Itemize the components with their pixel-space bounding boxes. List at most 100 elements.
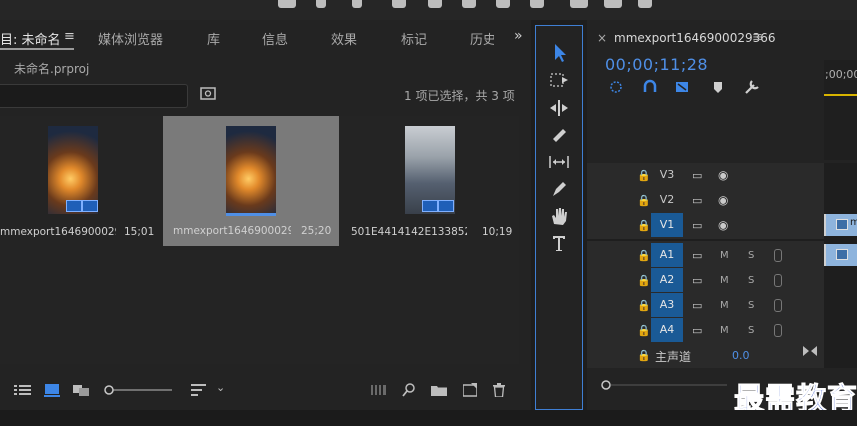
go-to-out-icon[interactable] [530,0,544,8]
mute-button[interactable]: M [720,275,729,286]
ripple-edit-tool-icon[interactable] [536,96,582,120]
microphone-icon[interactable] [774,249,782,262]
zoom-slider[interactable] [104,385,174,395]
sort-icon[interactable] [191,384,207,396]
step-forward-icon[interactable] [496,0,510,8]
lock-icon[interactable]: 🔒 [637,299,651,312]
insert-icon[interactable] [570,0,588,8]
search-input[interactable] [0,84,188,108]
tab-project[interactable]: 目: 未命名 [0,29,61,48]
solo-button[interactable]: S [748,300,754,311]
nest-icon[interactable] [610,81,622,93]
chevron-down-icon[interactable]: ⌄ [216,381,225,394]
razor-tool-icon[interactable] [536,123,582,147]
sync-lock-icon[interactable]: ▭ [692,274,702,287]
sync-lock-icon[interactable]: ▭ [692,169,702,182]
track-target-a1[interactable]: A1 [651,243,683,267]
lock-icon[interactable]: 🔒 [637,274,651,287]
freeform-view-icon[interactable] [72,383,92,397]
sync-lock-icon[interactable]: ▭ [692,324,702,337]
lock-icon[interactable]: 🔒 [637,249,651,262]
tab-info[interactable]: 信息 [262,29,288,48]
overwrite-icon[interactable] [604,0,622,8]
lock-icon[interactable]: 🔒 [637,349,651,362]
media-item-selected[interactable]: mmexport1646900029... 25;20 [163,116,339,246]
tab-media-browser[interactable]: 媒体浏览器 [98,29,163,48]
eye-icon[interactable]: ◉ [718,218,728,232]
icon-view-icon[interactable] [44,383,60,397]
timeline-zoom-scroll[interactable] [587,380,727,390]
mute-button[interactable]: M [720,250,729,261]
track-row-a3 [587,293,824,317]
lock-icon[interactable]: 🔒 [637,194,651,207]
add-marker-icon[interactable] [714,82,722,93]
more-tabs-icon[interactable]: » [514,28,523,44]
mute-button[interactable]: M [720,300,729,311]
find-icon[interactable] [402,383,416,397]
lock-icon[interactable]: 🔒 [637,324,651,337]
solo-button[interactable]: S [748,325,754,336]
solo-button[interactable]: S [748,275,754,286]
microphone-icon[interactable] [774,274,782,287]
wrench-icon[interactable] [745,80,759,94]
play-icon[interactable] [462,0,476,8]
media-item[interactable]: mmexport16469000290... 15;01 [0,116,162,246]
solo-button[interactable]: S [748,250,754,261]
audio-clip[interactable] [824,244,857,266]
track-target-v1[interactable]: V1 [651,213,683,237]
pen-tool-icon[interactable] [536,177,582,201]
video-badge-icon [66,200,82,212]
hand-tool-icon[interactable] [536,204,582,228]
track-target-a2[interactable]: A2 [651,268,683,292]
mute-button[interactable]: M [720,325,729,336]
lock-icon[interactable]: 🔒 [637,219,651,232]
marker-icon[interactable] [278,0,296,8]
new-bin-search-icon[interactable] [200,86,216,100]
tab-menu-icon[interactable]: ≡ [64,29,75,44]
work-area-bar[interactable] [824,94,857,96]
list-view-icon[interactable] [14,384,32,396]
new-bin-icon[interactable] [431,384,447,396]
type-tool-icon[interactable] [536,231,582,255]
tab-libraries[interactable]: 库 [207,29,220,48]
ruler-time-label: ;00;00 [825,68,857,81]
out-point-icon[interactable] [352,0,362,8]
microphone-icon[interactable] [774,324,782,337]
linked-selection-icon[interactable] [676,82,688,92]
go-to-end-icon[interactable] [803,345,817,357]
eye-icon[interactable]: ◉ [718,168,728,182]
automate-to-sequence-icon[interactable] [371,385,387,395]
slip-tool-icon[interactable] [536,150,582,174]
sync-lock-icon[interactable]: ▭ [692,194,702,207]
track-target-v2[interactable]: V2 [651,188,683,212]
close-icon[interactable]: × [597,31,607,45]
track-target-v3[interactable]: V3 [651,163,683,187]
track-select-tool-icon[interactable] [536,68,582,92]
track-target-a3[interactable]: A3 [651,293,683,317]
selection-tool-icon[interactable] [536,40,582,64]
track-target-a4[interactable]: A4 [651,318,683,342]
export-frame-icon[interactable] [638,0,652,8]
trash-icon[interactable] [493,383,505,397]
tab-effects[interactable]: 效果 [331,29,357,48]
video-clip[interactable]: m [824,214,857,236]
timecode-display[interactable]: 00;00;11;28 [605,55,708,74]
panel-menu-icon[interactable]: ≡ [752,30,763,45]
media-item[interactable]: 501E4414142E133852... 10;19 [340,116,518,246]
step-back-icon[interactable] [428,0,442,8]
sync-lock-icon[interactable]: ▭ [692,299,702,312]
microphone-icon[interactable] [774,299,782,312]
eye-icon[interactable]: ◉ [718,193,728,207]
sync-lock-icon[interactable]: ▭ [692,219,702,232]
go-to-in-icon[interactable] [392,0,406,8]
new-item-icon[interactable] [463,383,477,397]
track-row-v2 [587,188,824,212]
tab-markers[interactable]: 标记 [401,29,427,48]
lock-icon[interactable]: 🔒 [637,169,651,182]
snap-icon[interactable] [643,79,657,92]
in-point-icon[interactable] [316,0,326,8]
tab-history[interactable]: 历史 [470,29,494,48]
sync-lock-icon[interactable]: ▭ [692,249,702,262]
master-volume-value[interactable]: 0.0 [732,349,750,362]
project-tabs: 目: 未命名 ≡ 媒体浏览器 库 信息 效果 标记 历史 » [0,26,531,50]
